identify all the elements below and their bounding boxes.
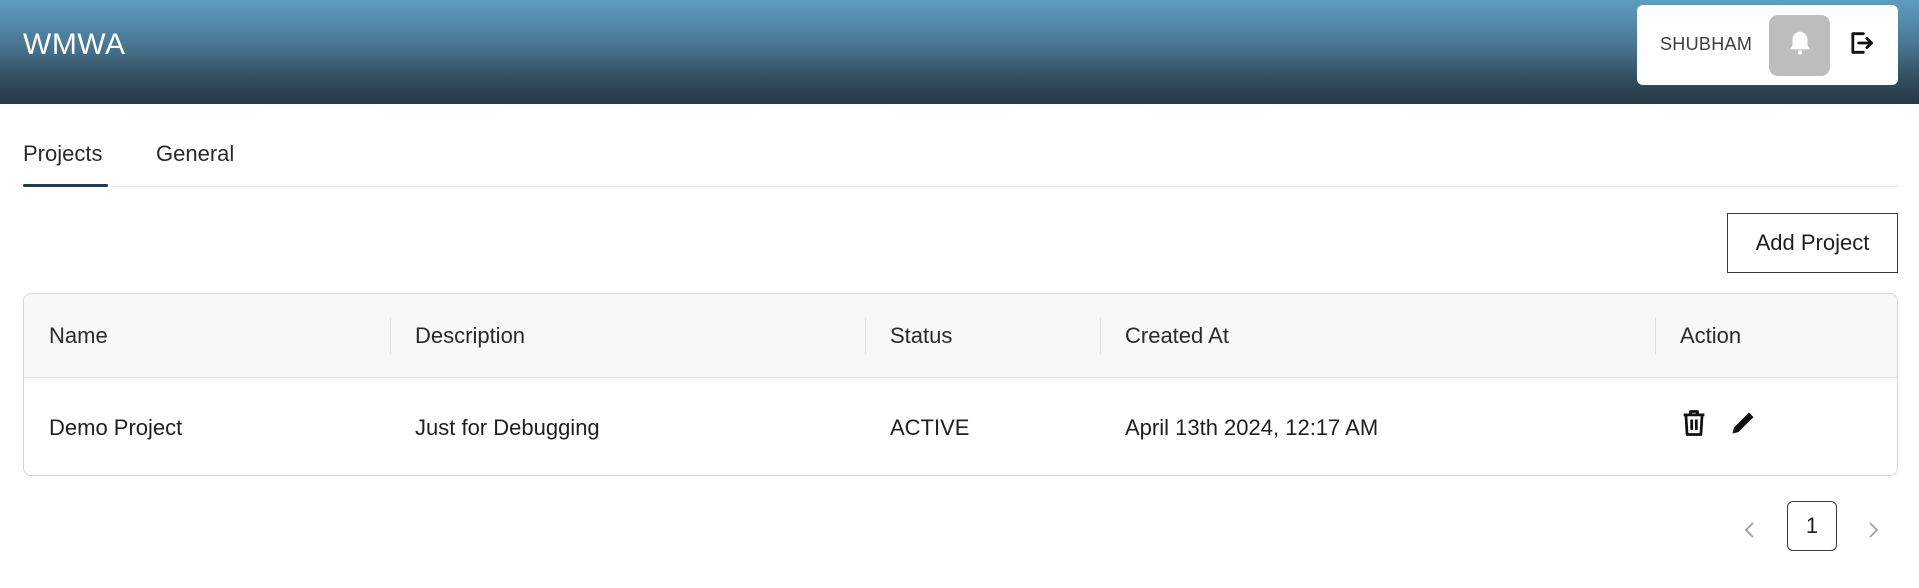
tab-bar: Projects General [23,104,1898,187]
prev-page-button[interactable] [1739,518,1761,546]
table-row: Demo Project Just for Debugging ACTIVE A… [24,378,1897,475]
user-panel: SHUBHAM [1637,5,1898,85]
column-divider [865,318,866,354]
column-divider [390,318,391,354]
project-name: Demo Project [49,415,183,440]
delete-project-button[interactable] [1679,408,1709,443]
user-name: SHUBHAM [1660,34,1753,54]
column-divider [1655,318,1656,354]
column-header-created-at[interactable]: Created At [1125,323,1229,349]
trash-icon [1680,408,1708,443]
column-header-action: Action [1680,323,1742,348]
project-status: ACTIVE [890,415,970,440]
projects-table: Name Description Status Created At Actio… [23,293,1898,476]
column-header-description[interactable]: Description [415,323,525,349]
column-divider [1100,318,1101,354]
edit-project-button[interactable] [1728,410,1758,440]
chevron-left-icon [1743,518,1757,546]
table-header: Name Description Status Created At Actio… [24,294,1897,378]
app-header: WMWA SHUBHAM [0,0,1919,104]
next-page-button[interactable] [1862,518,1884,546]
logout-icon [1847,29,1875,62]
column-header-status[interactable]: Status [890,323,952,349]
tab-general[interactable]: General [156,141,234,167]
bell-icon [1785,28,1815,63]
project-created-at: April 13th 2024, 12:17 AM [1125,415,1379,440]
logout-button[interactable] [1844,28,1878,62]
active-tab-indicator [23,184,108,187]
notifications-button[interactable] [1769,15,1830,76]
pencil-icon [1729,409,1757,442]
add-project-button[interactable]: Add Project [1727,213,1898,273]
app-title: WMWA [23,28,126,61]
project-description: Just for Debugging [415,415,600,440]
column-header-name[interactable]: Name [49,323,108,349]
tab-projects[interactable]: Projects [23,141,102,167]
chevron-right-icon [1866,518,1880,546]
page-number-button[interactable]: 1 [1787,501,1837,551]
